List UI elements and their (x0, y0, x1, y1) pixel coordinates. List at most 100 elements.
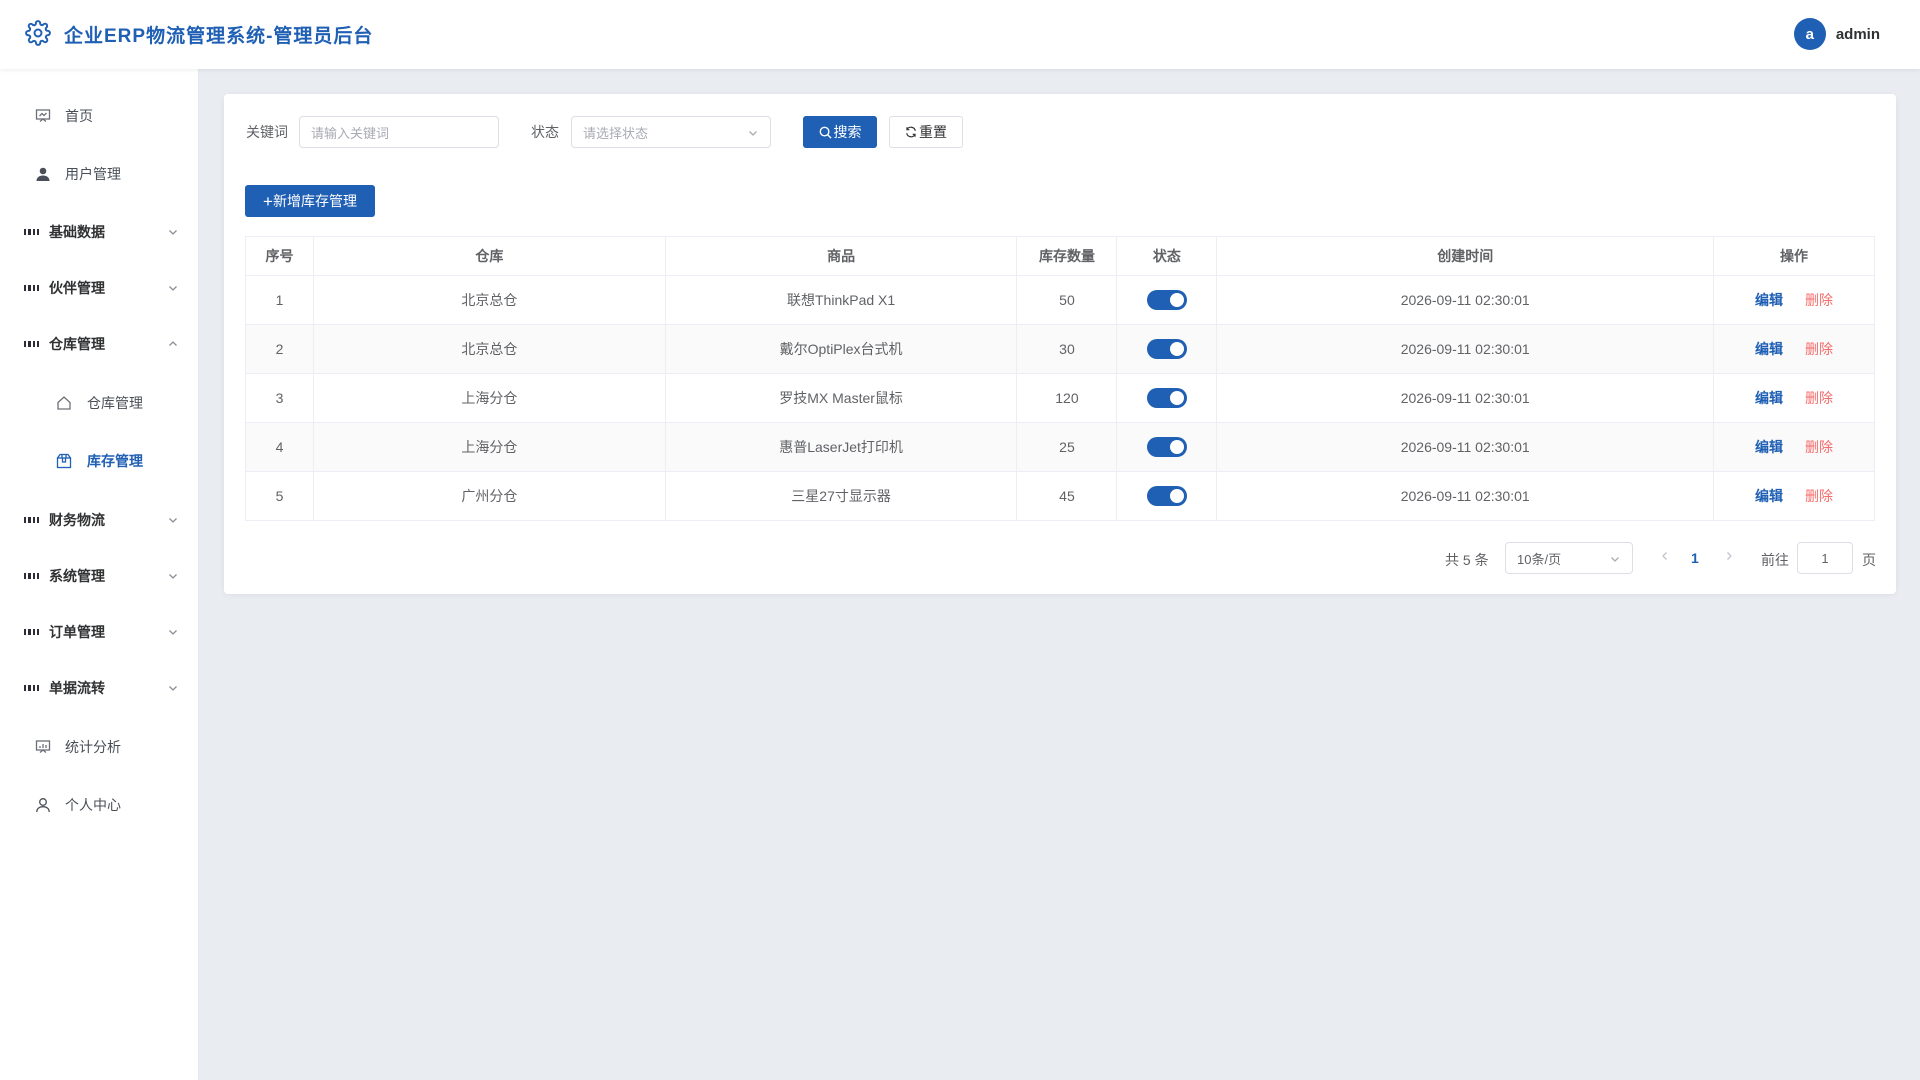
next-page-icon[interactable] (1723, 550, 1735, 562)
total-count: 共 5 条 (1445, 552, 1489, 568)
cell-status (1116, 422, 1218, 472)
reset-button[interactable]: 重置 (889, 116, 963, 148)
cell-warehouse: 北京总仓 (312, 275, 666, 325)
gear-icon (25, 20, 51, 49)
prev-page-icon[interactable] (1659, 550, 1671, 562)
sidebar-group-orders[interactable]: 订单管理 (0, 607, 199, 657)
column-header: 仓库 (312, 236, 666, 276)
avatar[interactable]: a (1793, 18, 1826, 50)
sidebar-group-finance-logistics[interactable]: 财务物流 (0, 495, 199, 545)
sidebar-item-label: 首页 (65, 108, 93, 124)
chevron-down-icon (169, 686, 177, 691)
sidebar-item-label: 系统管理 (49, 568, 105, 584)
edit-button[interactable]: 编辑 (1755, 390, 1783, 406)
add-button-label: 新增库存管理 (272, 193, 357, 209)
refresh-icon (906, 126, 916, 138)
edit-button[interactable]: 编辑 (1755, 341, 1783, 357)
cell-warehouse: 上海分仓 (312, 422, 666, 472)
current-page[interactable]: 1 (1691, 550, 1699, 566)
cell-status (1116, 471, 1218, 521)
sidebar-item-home[interactable]: 首页 (0, 91, 199, 141)
cell-status (1116, 324, 1218, 374)
page-size-select[interactable]: 10条/页 (1505, 542, 1633, 574)
sidebar-group-basic-data[interactable]: 基础数据 (0, 207, 199, 257)
sidebar-item-label: 仓库管理 (87, 395, 143, 411)
keyword-input[interactable]: 请输入关键词 (299, 116, 499, 148)
status-toggle[interactable] (1146, 437, 1187, 457)
sidebar-group-documents[interactable]: 单据流转 (0, 663, 199, 713)
edit-button[interactable]: 编辑 (1755, 488, 1783, 504)
sidebar-group-warehouse[interactable]: 仓库管理 (0, 319, 199, 369)
cell-actions: 编辑 删除 (1713, 471, 1875, 521)
table-row: 4 上海分仓 惠普LaserJet打印机 25 2026-09-11 02:30… (245, 422, 1875, 472)
search-icon (819, 126, 832, 139)
delete-button[interactable]: 删除 (1805, 292, 1833, 308)
add-inventory-button[interactable]: + 新增库存管理 (245, 185, 375, 217)
sidebar-item-statistics[interactable]: 统计分析 (0, 722, 199, 772)
grid-icon (24, 623, 39, 641)
delete-button[interactable]: 删除 (1805, 439, 1833, 455)
user-menu[interactable]: a admin (1793, 18, 1880, 50)
delete-button[interactable]: 删除 (1805, 488, 1833, 504)
user-name[interactable]: admin (1836, 26, 1880, 43)
column-header: 操作 (1713, 236, 1875, 276)
grid-icon (24, 335, 39, 353)
chevron-down-icon (169, 230, 177, 235)
sidebar-item-label: 伙伴管理 (49, 280, 105, 296)
sidebar-group-system[interactable]: 系统管理 (0, 551, 199, 601)
cell-index: 4 (245, 422, 314, 472)
cell-warehouse: 北京总仓 (312, 324, 666, 374)
search-button[interactable]: 搜索 (803, 116, 877, 148)
search-button-label: 搜索 (833, 124, 862, 140)
cell-created: 2026-09-11 02:30:01 (1216, 471, 1715, 521)
delete-button[interactable]: 删除 (1805, 390, 1833, 406)
cell-product: 罗技MX Master鼠标 (664, 373, 1018, 423)
status-toggle[interactable] (1146, 290, 1187, 310)
sidebar-item-users[interactable]: 用户管理 (0, 149, 199, 199)
status-toggle[interactable] (1146, 388, 1187, 408)
top-header: 企业ERP物流管理系统-管理员后台 a admin (0, 0, 1920, 69)
user-icon (34, 165, 52, 183)
keyword-label: 关键词 (246, 124, 288, 140)
chevron-down-icon (169, 286, 177, 291)
grid-icon (24, 567, 39, 585)
sidebar-item-label: 库存管理 (87, 453, 143, 469)
table-header-row: 序号 仓库 商品 库存数量 状态 创建时间 操作 (245, 236, 1875, 276)
grid-icon (24, 223, 39, 241)
delete-button[interactable]: 删除 (1805, 341, 1833, 357)
keyword-placeholder: 请输入关键词 (311, 125, 390, 141)
edit-button[interactable]: 编辑 (1755, 292, 1783, 308)
reset-button-label: 重置 (919, 124, 947, 140)
column-header: 创建时间 (1216, 236, 1715, 276)
status-select[interactable]: 请选择状态 (571, 116, 771, 148)
page-size-value: 10条/页 (1517, 551, 1562, 567)
chevron-down-icon (1611, 557, 1619, 562)
status-toggle[interactable] (1146, 486, 1187, 506)
status-placeholder: 请选择状态 (583, 125, 649, 141)
cell-status (1116, 373, 1218, 423)
sidebar-item-warehouse-manage[interactable]: 仓库管理 (0, 378, 199, 428)
grid-icon (24, 511, 39, 529)
goto-page-input[interactable]: 1 (1797, 542, 1853, 574)
edit-button[interactable]: 编辑 (1755, 439, 1783, 455)
sidebar-item-inventory[interactable]: 库存管理 (0, 436, 199, 486)
cell-quantity: 120 (1016, 373, 1118, 423)
cell-quantity: 25 (1016, 422, 1118, 472)
column-header: 状态 (1116, 236, 1218, 276)
chevron-up-icon (169, 341, 177, 346)
cell-created: 2026-09-11 02:30:01 (1216, 275, 1715, 325)
cell-index: 5 (245, 471, 314, 521)
status-toggle[interactable] (1146, 339, 1187, 359)
house-icon (55, 394, 73, 412)
goto-label: 前往 (1761, 552, 1789, 568)
table-row: 3 上海分仓 罗技MX Master鼠标 120 2026-09-11 02:3… (245, 373, 1875, 423)
sidebar-item-profile[interactable]: 个人中心 (0, 780, 199, 830)
column-header: 序号 (245, 236, 314, 276)
cell-created: 2026-09-11 02:30:01 (1216, 422, 1715, 472)
brand: 企业ERP物流管理系统-管理员后台 (25, 20, 373, 49)
chevron-down-icon (169, 630, 177, 635)
sidebar-item-label: 单据流转 (49, 680, 105, 696)
status-label: 状态 (531, 124, 559, 140)
sidebar-group-partners[interactable]: 伙伴管理 (0, 263, 199, 313)
inventory-table: 序号 仓库 商品 库存数量 状态 创建时间 操作 1 北京总仓 联想ThinkP… (245, 236, 1875, 521)
